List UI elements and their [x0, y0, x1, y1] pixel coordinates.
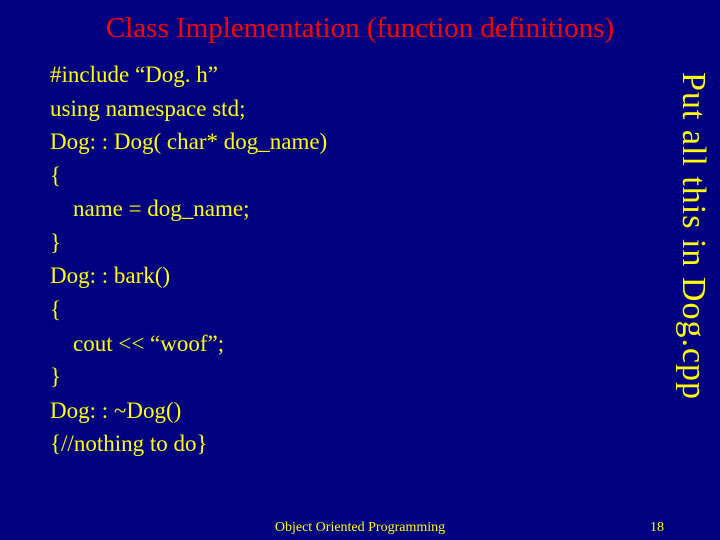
code-line: #include “Dog. h” — [50, 58, 640, 92]
code-line: Dog: : Dog( char* dog_name) — [50, 125, 640, 159]
footer-title: Object Oriented Programming — [275, 520, 445, 536]
code-line: } — [50, 226, 640, 260]
code-line: Dog: : ~Dog() — [50, 394, 640, 428]
code-line: { — [50, 159, 640, 193]
code-line: using namespace std; — [50, 92, 640, 126]
code-line: Dog: : bark() — [50, 259, 640, 293]
code-line: cout << “woof”; — [50, 327, 640, 361]
code-line: { — [50, 293, 640, 327]
code-block: #include “Dog. h” using namespace std; D… — [50, 58, 640, 461]
side-note: Put all this in Dog.cpp — [674, 72, 712, 400]
code-line: {//nothing to do} — [50, 427, 640, 461]
code-line: } — [50, 360, 640, 394]
code-line: name = dog_name; — [50, 192, 640, 226]
slide-title: Class Implementation (function definitio… — [0, 0, 720, 53]
page-number: 18 — [650, 520, 664, 536]
